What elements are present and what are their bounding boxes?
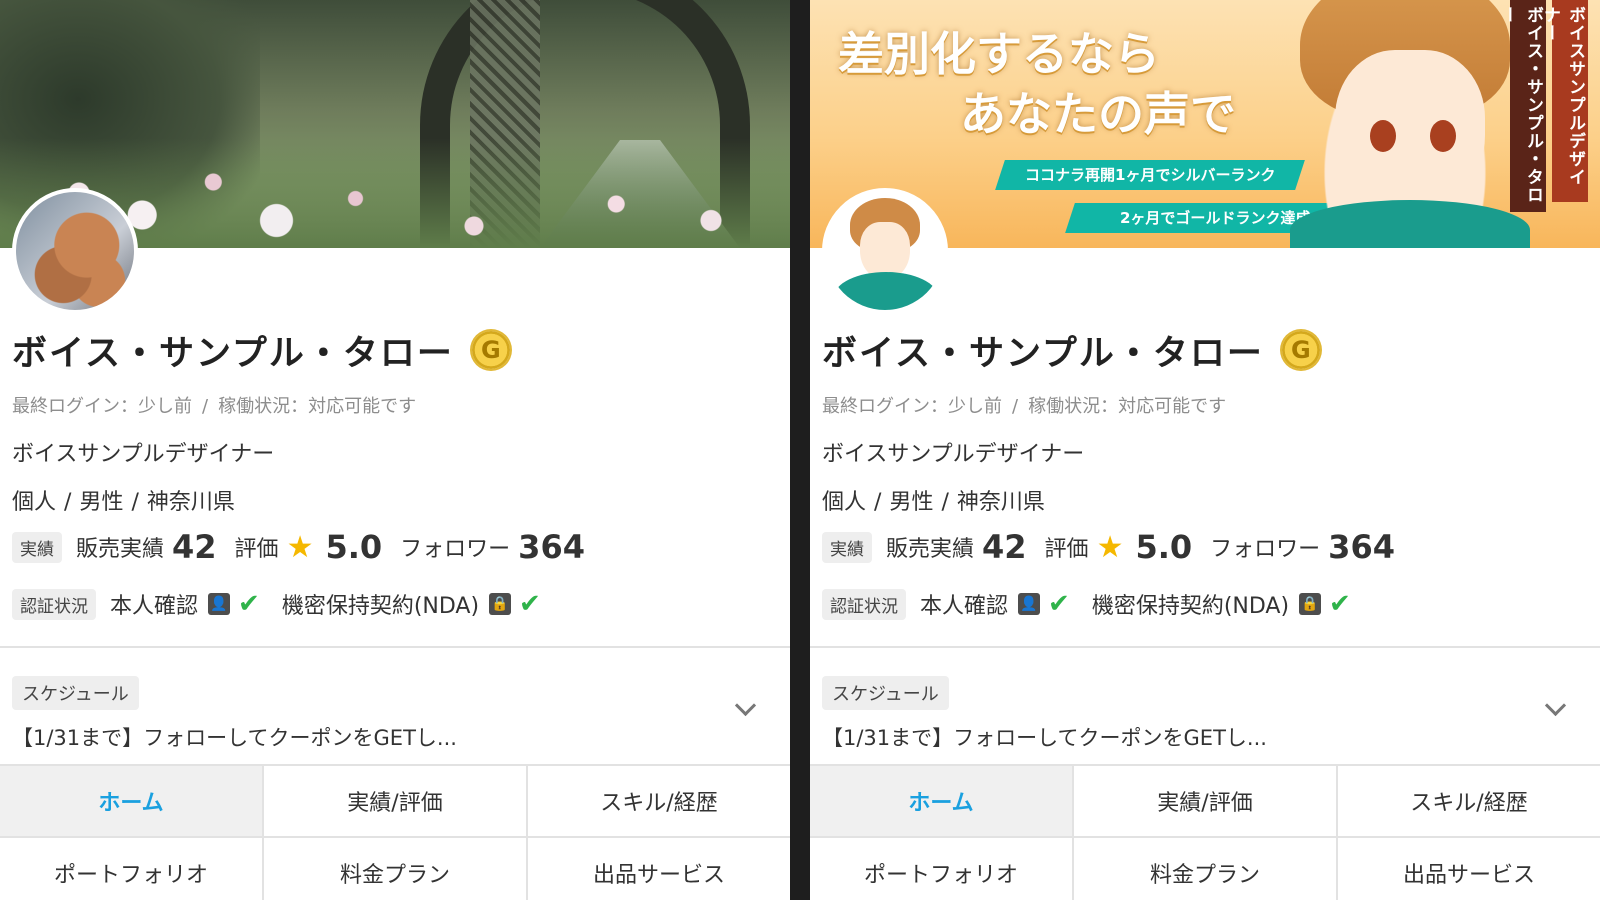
lock-icon: 🔒 xyxy=(489,593,512,615)
rating-label: 評価 xyxy=(234,537,279,562)
meta-separator: / xyxy=(202,396,209,417)
tab-home[interactable]: ホーム xyxy=(810,766,1074,838)
schedule-tag: スケジュール xyxy=(12,676,139,710)
profile-header: ボイス・サンプル・タロー G xyxy=(822,326,1320,374)
sales-label: 販売実績 xyxy=(886,537,975,562)
nda-label: 機密保持契約(NDA) xyxy=(281,594,480,619)
avatar[interactable] xyxy=(12,188,138,314)
tab-pricing-plans[interactable]: 料金プラン xyxy=(264,838,528,900)
tab-skills-career[interactable]: スキル/経歴 xyxy=(528,766,790,838)
verification-row: 認証状況 本人確認 👤 ✔ 機密保持契約(NDA) 🔒 ✔ xyxy=(12,588,563,620)
profile-header: ボイス・サンプル・タロー G xyxy=(12,326,510,374)
star-icon: ★ xyxy=(1096,529,1124,565)
check-icon: ✔ xyxy=(519,589,541,619)
identity-label: 本人確認 xyxy=(920,594,1009,619)
schedule-section: スケジュール xyxy=(822,676,949,710)
schedule-text[interactable]: 【1/31まで】フォローしてクーポンをGETし... xyxy=(12,722,457,752)
profile-name: ボイス・サンプル・タロー xyxy=(12,333,454,373)
sales-value: 42 xyxy=(172,528,217,566)
achievements-tag: 実績 xyxy=(12,531,62,563)
last-login-text: 最終ログイン：少し前 xyxy=(822,396,1002,417)
vertical-sign-role: ボイスサンプルデザイナー xyxy=(1540,0,1588,202)
chevron-down-icon[interactable] xyxy=(734,694,757,717)
stats-row: 実績 販売実績 42 評価 ★ 5.0 フォロワー 364 xyxy=(12,528,603,566)
rating-value[interactable]: 5.0 xyxy=(325,528,382,566)
anime-character-illustration xyxy=(1280,0,1530,248)
divider xyxy=(810,646,1600,648)
attr-location: 神奈川県 xyxy=(146,490,235,515)
rating-value[interactable]: 5.0 xyxy=(1135,528,1192,566)
stats-row: 実績 販売実績 42 評価 ★ 5.0 フォロワー 364 xyxy=(822,528,1413,566)
profile-attributes: 個人 / 男性 / 神奈川県 xyxy=(12,484,235,516)
achievements-tag: 実績 xyxy=(822,531,872,563)
attr-type: 個人 xyxy=(12,490,57,515)
attr-separator: / xyxy=(131,490,139,515)
person-card-icon: 👤 xyxy=(208,593,231,615)
tab-achievements-reviews[interactable]: 実績/評価 xyxy=(1074,766,1338,838)
nda-label: 機密保持契約(NDA) xyxy=(1091,594,1290,619)
profile-meta: 最終ログイン：少し前 / 稼働状況：対応可能です xyxy=(12,392,416,418)
followers-value[interactable]: 364 xyxy=(518,528,585,566)
profile-meta: 最終ログイン：少し前 / 稼働状況：対応可能です xyxy=(822,392,1226,418)
attr-location: 神奈川県 xyxy=(956,490,1045,515)
avatar[interactable] xyxy=(822,188,948,314)
verification-row: 認証状況 本人確認 👤 ✔ 機密保持契約(NDA) 🔒 ✔ xyxy=(822,588,1373,620)
verification-tag: 認証状況 xyxy=(822,588,906,620)
availability-status: 稼働状況：対応可能です xyxy=(1028,396,1227,417)
rating-label: 評価 xyxy=(1044,537,1089,562)
identity-label: 本人確認 xyxy=(110,594,199,619)
lock-icon: 🔒 xyxy=(1299,593,1322,615)
profile-tabs: ホーム 実績/評価 スキル/経歴 ポートフォリオ 料金プラン 出品サービス xyxy=(0,764,790,900)
profile-panel-right: 差別化するなら あなたの声で ココナラ再開1ヶ月でシルバーランク 2ヶ月でゴール… xyxy=(810,0,1600,900)
check-icon: ✔ xyxy=(1048,589,1070,619)
attr-gender: 男性 xyxy=(889,490,934,515)
attr-gender: 男性 xyxy=(79,490,124,515)
profile-tabs: ホーム 実績/評価 スキル/経歴 ポートフォリオ 料金プラン 出品サービス xyxy=(810,764,1600,900)
followers-value[interactable]: 364 xyxy=(1328,528,1395,566)
profile-attributes: 個人 / 男性 / 神奈川県 xyxy=(822,484,1045,516)
schedule-section: スケジュール xyxy=(12,676,139,710)
availability-status: 稼働状況：対応可能です xyxy=(218,396,417,417)
attr-separator: / xyxy=(941,490,949,515)
gold-rank-badge-icon[interactable]: G xyxy=(1281,331,1320,369)
chevron-down-icon[interactable] xyxy=(1544,694,1567,717)
profile-panel-left: ボイス・サンプル・タロー G 最終ログイン：少し前 / 稼働状況：対応可能です ボイ… xyxy=(0,0,790,900)
attr-separator: / xyxy=(64,490,72,515)
followers-label: フォロワー xyxy=(1210,537,1321,562)
profile-title: ボイスサンプルデザイナー xyxy=(12,442,275,467)
sales-value: 42 xyxy=(982,528,1027,566)
divider xyxy=(0,646,790,648)
profile-title: ボイスサンプルデザイナー xyxy=(822,442,1085,467)
tab-portfolio[interactable]: ポートフォリオ xyxy=(810,838,1074,900)
schedule-text[interactable]: 【1/31まで】フォローしてクーポンをGETし... xyxy=(822,722,1267,752)
attr-type: 個人 xyxy=(822,490,867,515)
check-icon: ✔ xyxy=(238,589,260,619)
followers-label: フォロワー xyxy=(400,537,511,562)
tab-pricing-plans[interactable]: 料金プラン xyxy=(1074,838,1338,900)
tab-skills-career[interactable]: スキル/経歴 xyxy=(1338,766,1600,838)
tab-portfolio[interactable]: ポートフォリオ xyxy=(0,838,264,900)
tab-services[interactable]: 出品サービス xyxy=(528,838,790,900)
last-login-text: 最終ログイン：少し前 xyxy=(12,396,192,417)
tab-home[interactable]: ホーム xyxy=(0,766,264,838)
sales-label: 販売実績 xyxy=(76,537,165,562)
person-card-icon: 👤 xyxy=(1018,593,1041,615)
profile-name: ボイス・サンプル・タロー xyxy=(822,333,1264,373)
check-icon: ✔ xyxy=(1329,589,1351,619)
star-icon: ★ xyxy=(286,529,314,565)
promo-title-line2: あなたの声で xyxy=(960,87,1236,141)
promo-title-line1: 差別化するなら xyxy=(838,27,1160,81)
tab-achievements-reviews[interactable]: 実績/評価 xyxy=(264,766,528,838)
meta-separator: / xyxy=(1012,396,1019,417)
attr-separator: / xyxy=(874,490,882,515)
promo-ribbon-silver: ココナラ再開1ヶ月でシルバーランク xyxy=(995,160,1305,190)
schedule-tag: スケジュール xyxy=(822,676,949,710)
tab-services[interactable]: 出品サービス xyxy=(1338,838,1600,900)
verification-tag: 認証状況 xyxy=(12,588,96,620)
gold-rank-badge-icon[interactable]: G xyxy=(471,331,510,369)
